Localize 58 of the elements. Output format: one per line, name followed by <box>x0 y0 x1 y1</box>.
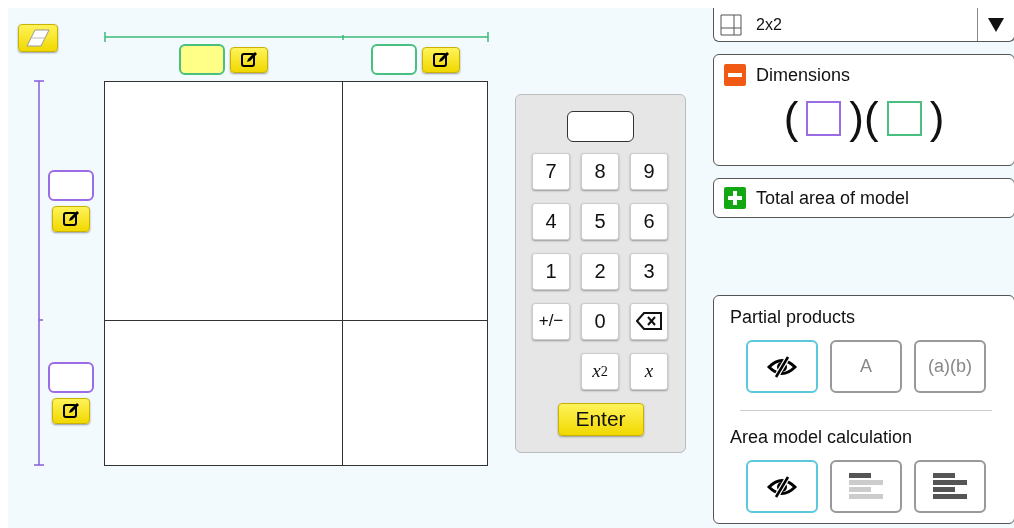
key-button[interactable]: 8 <box>581 152 619 190</box>
area-cell[interactable] <box>342 81 488 320</box>
section-title[interactable]: Dimensions <box>756 64 851 86</box>
section-title: Area model calculation <box>730 427 914 448</box>
area-cell[interactable] <box>342 320 488 466</box>
caret-icon <box>988 17 1004 32</box>
key-button[interactable]: 2 <box>581 252 619 290</box>
area-cell[interactable] <box>104 81 342 320</box>
hidden-eye-icon <box>767 355 797 378</box>
factor-box <box>806 100 842 136</box>
eraser-icon <box>26 29 50 47</box>
edit-button[interactable] <box>52 398 90 424</box>
parenthesis: ( <box>783 93 799 143</box>
key-button[interactable]: +/− <box>532 302 570 340</box>
hidden-eye-icon <box>767 475 797 498</box>
parenthesis: ) <box>929 93 945 143</box>
grid-icon <box>720 13 742 36</box>
edit-icon <box>62 209 80 228</box>
section-title: Partial products <box>730 307 857 328</box>
option-button[interactable]: (a)(b) <box>914 340 986 393</box>
key-button[interactable]: 9 <box>630 152 668 190</box>
key-button[interactable]: 0 <box>581 302 619 340</box>
key-button[interactable]: 5 <box>581 202 619 240</box>
collapse-icon[interactable] <box>724 64 746 86</box>
edit-icon <box>62 402 80 420</box>
lines-icon <box>849 473 883 500</box>
edit-button[interactable] <box>229 46 268 73</box>
edit-button[interactable] <box>421 46 460 73</box>
bars-button[interactable] <box>830 460 902 513</box>
lines-icon <box>933 473 967 500</box>
key-button[interactable]: x <box>630 352 668 390</box>
section-title[interactable]: Total area of model <box>756 187 910 209</box>
hide-button[interactable] <box>746 340 818 393</box>
backspace-button[interactable] <box>630 302 668 340</box>
row-input[interactable] <box>48 362 94 393</box>
edit-button[interactable] <box>52 205 90 232</box>
edit-icon <box>239 50 258 69</box>
column-input[interactable] <box>178 44 225 75</box>
parenthesis: )( <box>849 93 879 143</box>
area-cell[interactable] <box>104 320 342 466</box>
layout-dropdown[interactable]: 2x2 <box>713 8 1014 42</box>
backspace-icon <box>636 312 662 331</box>
expand-icon[interactable] <box>724 187 746 209</box>
key-button[interactable]: 1 <box>532 252 570 290</box>
key-button[interactable]: 4 <box>532 202 570 240</box>
key-button[interactable]: 3 <box>630 252 668 290</box>
factor-box <box>886 100 922 136</box>
answer-field[interactable] <box>567 111 634 142</box>
bars-button[interactable] <box>914 460 986 513</box>
enter-button[interactable]: Enter <box>557 402 644 436</box>
edit-icon <box>431 50 450 69</box>
option-button[interactable]: A <box>830 340 902 393</box>
key-button[interactable]: 6 <box>630 202 668 240</box>
column-input[interactable] <box>370 44 417 75</box>
dropdown-value: 2x2 <box>756 15 783 34</box>
row-input[interactable] <box>48 169 94 201</box>
hide-button[interactable] <box>746 460 818 513</box>
key-button[interactable]: 7 <box>532 152 570 190</box>
